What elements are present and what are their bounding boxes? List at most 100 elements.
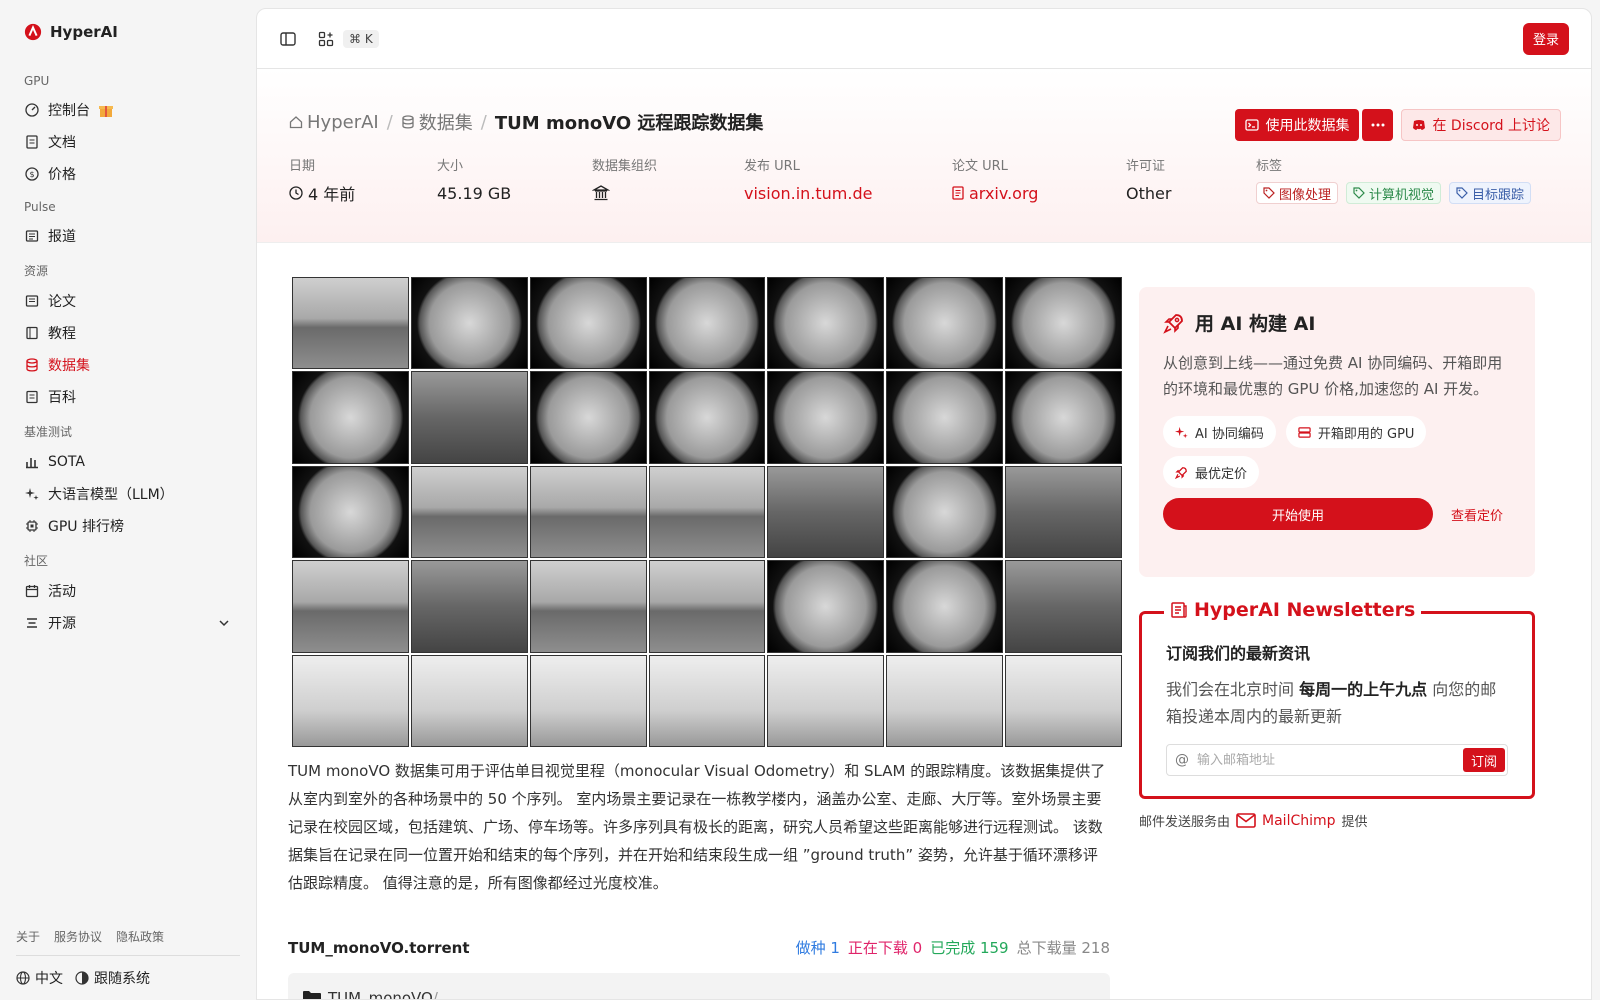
use-dataset-button[interactable]: 使用此数据集 [1235,109,1360,141]
footer-link-about[interactable]: 关于 [16,928,40,945]
size-value: 45.19 GB [437,183,512,203]
release-url-link[interactable]: vision.in.tum.de [744,182,952,204]
login-button[interactable]: 登录 [1522,22,1569,55]
terminal-icon [1245,119,1260,131]
email-input[interactable] [1197,752,1455,768]
institution-icon[interactable] [592,184,610,202]
meta-tags: 标签 图像处理 计算机视觉 目标跟踪 [1256,155,1532,204]
mailchimp-link[interactable]: MailChimp [1236,813,1336,829]
sidebar-item-wiki[interactable]: 百科 [16,381,240,413]
sample-image [648,654,766,747]
brand[interactable]: HyperAI [16,0,240,64]
calendar-icon [24,583,40,599]
sample-image [1005,654,1122,747]
tag-label: 计算机视觉 [1369,187,1435,203]
bar-chart-icon [24,454,40,470]
tag-computer-vision[interactable]: 计算机视觉 [1346,182,1442,204]
sidebar-item-llm[interactable]: 大语言模型（LLM） [16,478,240,510]
sidebar-item-reports[interactable]: 报道 [16,220,240,252]
feature-ai-coding[interactable]: AI 协同编码 [1163,416,1276,448]
sample-image [886,654,1004,747]
more-options-button[interactable] [1361,109,1394,141]
database-icon [24,357,40,373]
chevron-down-icon[interactable] [216,615,232,631]
paper-url-link[interactable]: arxiv.org [952,182,1126,204]
sample-image-grid [292,277,1122,747]
newsletter-desc-before: 我们会在北京时间 [1166,680,1295,699]
sidebar-item-pricing[interactable]: $ 价格 [16,158,240,190]
chip-label: 开箱即用的 GPU [1317,426,1415,442]
subscribe-button[interactable]: 订阅 [1462,748,1505,772]
sidebar-item-label: 论文 [48,294,76,310]
section-title: GPU [24,74,50,88]
gift-icon [99,106,113,117]
view-pricing-link[interactable]: 查看定价 [1451,505,1503,524]
sidebar-item-label: 百科 [48,390,76,406]
downloading-count: 正在下载 0 [847,939,923,957]
sidebar-item-label: 控制台 [48,103,90,119]
discord-button[interactable]: 在 Discord 上讨论 [1401,109,1561,141]
theme-icon [75,971,89,985]
completed-count: 已完成 159 [930,939,1009,957]
feature-gpu[interactable]: 开箱即用的 GPU [1285,416,1427,448]
meta-date: 日期 4 年前 [289,155,437,204]
sidebar-item-label: 数据集 [48,358,90,374]
footer-link-terms[interactable]: 服务协议 [54,928,102,945]
hyperai-logo-icon [24,23,42,41]
sample-image [292,560,409,653]
get-started-button[interactable]: 开始使用 [1163,498,1433,530]
sample-image [767,654,885,747]
newsletter-card: HyperAI Newsletters 订阅我们的最新资讯 我们会在北京时间 每… [1139,599,1535,799]
book-icon [24,325,40,341]
sample-image [767,465,885,559]
sidebar-item-datasets[interactable]: 数据集 [16,349,240,381]
breadcrumb-datasets[interactable]: 数据集 [401,109,473,135]
sample-image [529,560,647,653]
sidebar-item-label: 大语言模型（LLM） [48,487,174,503]
tag-image-processing[interactable]: 图像处理 [1256,182,1339,204]
feature-pricing[interactable]: 最优定价 [1163,456,1260,488]
sidebar-item-gpu-leaderboard[interactable]: GPU 排行榜 [16,510,240,542]
dataset-header: HyperAI / 数据集 / TUM monoVO 远程跟踪数据集 使用此数据… [257,69,1591,243]
section-title: 基准测试 [24,425,73,439]
breadcrumb-label: 数据集 [418,113,473,134]
language-switcher[interactable]: 中文 [16,968,63,988]
sample-image [410,465,528,559]
gauge-icon [24,102,40,118]
folder-row[interactable]: TUM_monoVO / [288,973,1110,999]
breadcrumb-home[interactable]: HyperAI [289,112,379,133]
command-menu-button[interactable] [317,30,335,48]
promo-features: AI 协同编码 开箱即用的 GPU 最优定价 [1163,416,1463,488]
torrent-info: TUM_monoVO.torrent 做种 1 正在下载 0 已完成 159 总… [288,937,1110,958]
meta-url: 发布 URL vision.in.tum.de [744,155,952,204]
sidebar-item-console[interactable]: 控制台 [16,94,240,126]
theme-switcher[interactable]: 跟随系统 [75,968,150,988]
torrent-name: TUM_monoVO.torrent [288,938,470,957]
sample-image [767,371,885,464]
sidebar-item-sota[interactable]: SOTA [16,446,240,478]
encyclopedia-icon [24,389,40,405]
meta-label: 标签 [1256,159,1283,174]
tag-object-tracking[interactable]: 目标跟踪 [1449,182,1532,204]
coin-icon: $ [24,166,40,182]
newsletter-subtitle: 订阅我们的最新资讯 [1166,644,1311,663]
shortcut-hint: ⌘ K [343,29,379,48]
discord-label: 在 Discord 上讨论 [1432,118,1550,134]
sample-image [410,371,528,464]
main-panel: ⌘ K 登录 HyperAI / 数据集 / TUM monoVO 远程跟踪数据… [256,8,1592,1000]
meta-organization: 数据集组织 [592,155,744,204]
tag-list: 图像处理 计算机视觉 目标跟踪 [1256,182,1532,204]
more-icon [1371,123,1385,127]
sample-image [1005,560,1122,653]
tag-label: 目标跟踪 [1472,187,1525,203]
sidebar-item-papers[interactable]: 论文 [16,285,240,317]
sidebar-item-open-source[interactable]: 开源 [16,607,240,639]
sidebar-item-tutorials[interactable]: 教程 [16,317,240,349]
server-icon [1298,426,1311,438]
sidebar-item-docs[interactable]: 文档 [16,126,240,158]
sidebar-item-events[interactable]: 活动 [16,575,240,607]
footer-link-privacy[interactable]: 隐私政策 [116,928,164,945]
sidebar-toggle-button[interactable] [279,30,297,48]
tag-icon [1456,187,1468,199]
promo-title-text: 用 AI 构建 AI [1195,313,1316,335]
